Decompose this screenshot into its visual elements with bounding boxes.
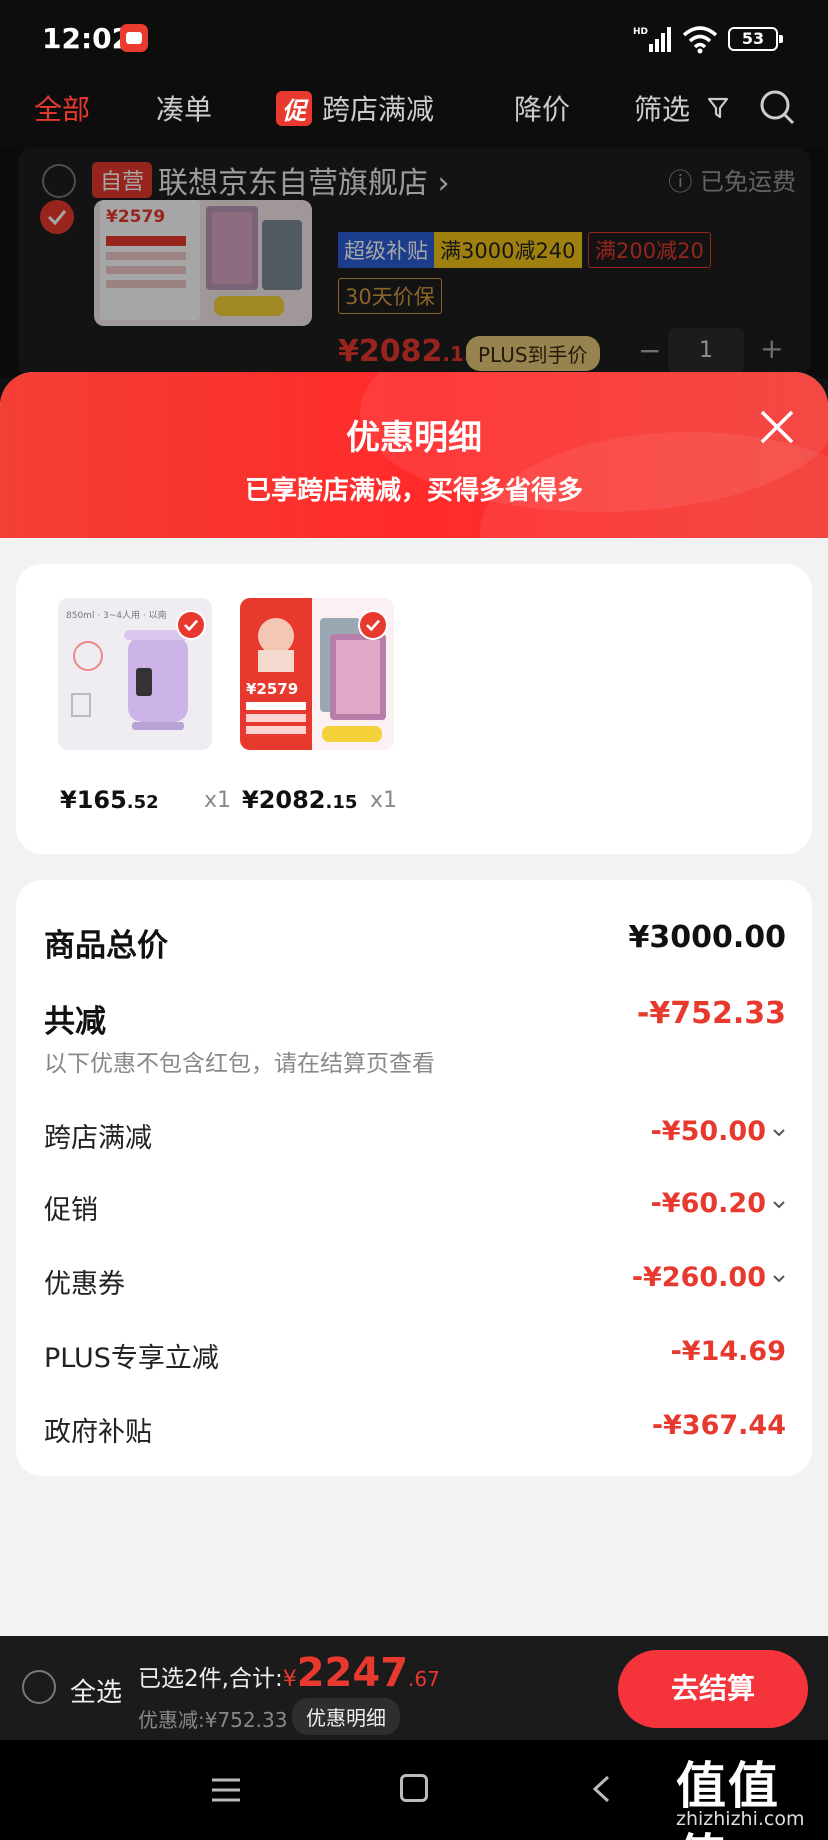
plus-reduce-value: -¥14.69 (670, 1336, 786, 1367)
modal-backdrop[interactable] (0, 148, 828, 378)
sheet-subtitle: 已享跨店满减，买得多省得多 (244, 476, 583, 506)
discount-note: 以下优惠不包含红包，请在结算页查看 (44, 1051, 435, 1077)
gov-subsidy-value: -¥367.44 (651, 1410, 786, 1441)
product-qty: x1 (204, 788, 232, 813)
tab-price-drop[interactable]: 降价 (514, 88, 570, 128)
total-summary: 已选2件,合计:¥2247.67 (138, 1650, 440, 1696)
tab-bundle[interactable]: 凑单 (156, 88, 212, 128)
product-image: 850ml · 3~4人用 · 以南 (58, 598, 212, 750)
close-icon[interactable] (758, 408, 796, 446)
status-time: 12:02 (42, 22, 132, 55)
total-reduce-value: -¥752.33 (636, 996, 786, 1031)
tab-filter[interactable]: 筛选 (634, 88, 690, 128)
select-all-label[interactable]: 全选 (70, 1672, 122, 1709)
sheet-title: 优惠明细 (346, 418, 482, 458)
signal-icon: HD (633, 27, 671, 52)
promotion-label: 促销 (44, 1195, 98, 1226)
product-item[interactable]: ¥2579 ¥2082.15 x1 (240, 598, 397, 814)
product-qty: x1 (370, 788, 398, 813)
total-reduce-label: 共减 (44, 1004, 106, 1040)
gov-subsidy-label: 政府补贴 (44, 1417, 152, 1448)
chevron-down-icon (773, 1201, 785, 1209)
price-summary-card: 商品总价 ¥3000.00 共减 -¥752.33 以下优惠不包含红包，请在结算… (16, 880, 812, 1476)
checkout-button[interactable]: 去结算 (618, 1650, 808, 1728)
tab-cross-store[interactable]: 促跨店满减 (276, 88, 434, 128)
product-item[interactable]: 850ml · 3~4人用 · 以南 ¥165.52 x1 (58, 598, 231, 814)
discount-detail-button[interactable]: 优惠明细 (292, 1698, 400, 1735)
discount-detail-sheet: 优惠明细 已享跨店满减，买得多省得多 850ml · 3~4人用 · 以南 ¥1… (0, 372, 828, 1638)
cross-store-reduce-row[interactable]: -¥50.00 (651, 1116, 786, 1147)
select-all-radio[interactable] (22, 1670, 56, 1704)
coupon-row[interactable]: -¥260.00 (632, 1262, 786, 1293)
product-checked-icon (358, 610, 388, 640)
status-bar: 12:02 HD 53 (0, 0, 828, 78)
filter-icon[interactable] (707, 96, 729, 120)
coupon-label: 优惠券 (44, 1269, 125, 1300)
cart-filter-tabs: 全部 凑单 促跨店满减 降价 筛选 (0, 78, 828, 148)
product-price: ¥165.52 (60, 786, 159, 814)
product-checked-icon (176, 610, 206, 640)
product-caption: ¥2579 (246, 680, 298, 698)
tab-cross-store-label: 跨店满减 (322, 93, 435, 126)
promotion-row[interactable]: -¥60.20 (651, 1188, 786, 1219)
saved-amount: 优惠减:¥752.33 (138, 1708, 288, 1732)
product-price: ¥2082.15 (242, 786, 358, 814)
promo-badge: 促 (276, 91, 312, 126)
app-notification-icon (120, 24, 148, 52)
selected-products-card: 850ml · 3~4人用 · 以南 ¥165.52 x1 ¥2579 ¥208… (16, 564, 812, 854)
checkout-bar: 全选 已选2件,合计:¥2247.67 优惠减:¥752.33 优惠明细 去结算 (0, 1636, 828, 1740)
sheet-header: 优惠明细 已享跨店满减，买得多省得多 (0, 372, 828, 538)
battery-icon: 53 (728, 27, 783, 51)
cross-store-reduce-label: 跨店满减 (44, 1123, 152, 1154)
chevron-down-icon (773, 1129, 785, 1137)
product-image: ¥2579 (240, 598, 394, 750)
total-price-value: ¥3000.00 (628, 920, 786, 955)
chevron-down-icon (773, 1275, 785, 1283)
search-icon[interactable] (758, 88, 796, 126)
system-navigation-bar: 值值值 zhizhizhi.com (0, 1740, 828, 1840)
wifi-icon (682, 26, 718, 54)
back-icon[interactable] (590, 1774, 612, 1804)
tab-all[interactable]: 全部 (34, 88, 90, 128)
total-price-label: 商品总价 (44, 928, 168, 964)
plus-reduce-label: PLUS专享立减 (44, 1343, 219, 1374)
svg-text:HD: HD (633, 27, 648, 37)
menu-icon[interactable] (210, 1776, 242, 1804)
home-icon[interactable] (400, 1774, 428, 1802)
product-caption: 850ml · 3~4人用 · 以南 (66, 609, 167, 621)
watermark-url: zhizhizhi.com (676, 1808, 805, 1830)
